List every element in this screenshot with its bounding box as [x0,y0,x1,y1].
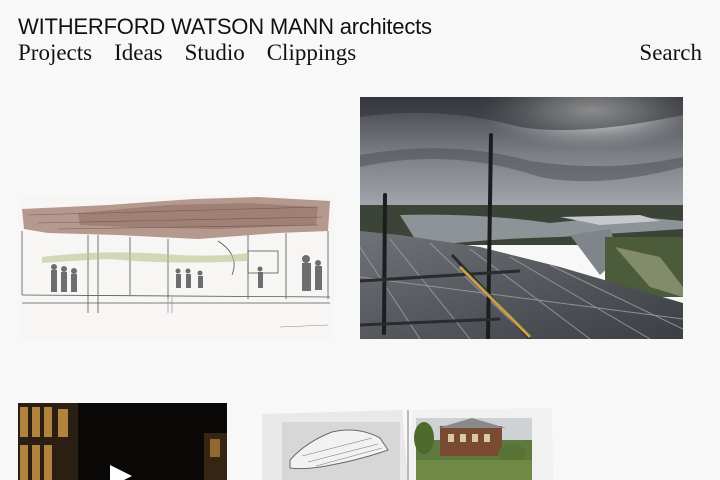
project-video-thumbnail[interactable] [18,403,227,480]
rooftop-photo [360,97,683,339]
nav-link-clippings[interactable]: Clippings [267,40,356,66]
site-logo-link[interactable]: WITHERFORD WATSON MANN architects [18,14,432,40]
project-sketch-thumbnail[interactable] [18,195,334,341]
nav-link-ideas[interactable]: Ideas [114,40,163,66]
search-link[interactable]: Search [639,40,702,66]
main-nav: Projects Ideas Studio Clippings [18,40,356,66]
project-rooftop-photo-thumbnail[interactable] [360,97,683,339]
nav-link-studio[interactable]: Studio [185,40,245,66]
play-icon[interactable] [108,465,134,480]
sketch-image [18,195,334,341]
open-book-image [262,408,553,480]
clipping-book-thumbnail[interactable] [262,408,553,480]
nav-link-projects[interactable]: Projects [18,40,92,66]
